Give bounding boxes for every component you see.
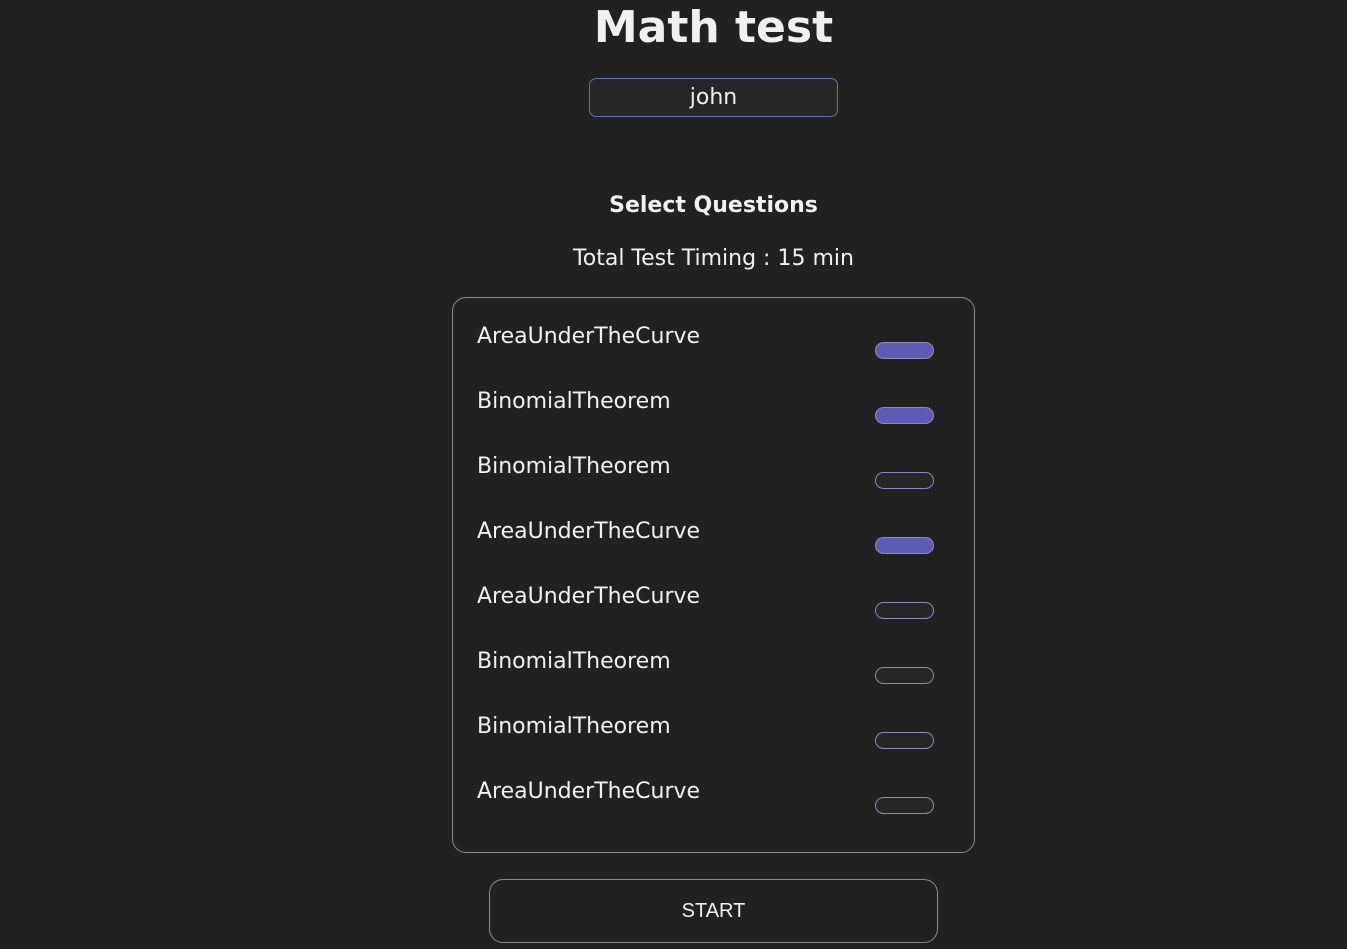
question-item: AreaUnderTheCurve [477, 584, 937, 624]
question-label: BinomialTheorem [477, 649, 671, 674]
name-input[interactable] [589, 78, 838, 117]
question-item: BinomialTheorem [477, 714, 937, 754]
question-toggle[interactable] [875, 537, 934, 554]
question-toggle[interactable] [875, 667, 934, 684]
question-item: BinomialTheorem [477, 649, 937, 689]
question-toggle[interactable] [875, 797, 934, 814]
question-label: AreaUnderTheCurve [477, 324, 701, 349]
question-label: AreaUnderTheCurve [477, 519, 701, 544]
question-label: BinomialTheorem [477, 714, 671, 739]
question-item: BinomialTheorem [477, 454, 937, 494]
page-title: Math test [593, 2, 834, 53]
start-button[interactable]: START [489, 879, 938, 943]
question-toggle[interactable] [875, 472, 934, 489]
question-toggle[interactable] [875, 732, 934, 749]
question-item: AreaUnderTheCurve [477, 519, 937, 559]
questions-panel: AreaUnderTheCurve BinomialTheorem Binomial… [452, 297, 975, 853]
question-toggle[interactable] [875, 342, 934, 359]
question-label: AreaUnderTheCurve [477, 584, 701, 609]
question-label: BinomialTheorem [477, 389, 671, 414]
question-label: BinomialTheorem [477, 454, 671, 479]
question-toggle[interactable] [875, 407, 934, 424]
question-label: AreaUnderTheCurve [477, 779, 701, 804]
select-questions-heading: Select Questions [609, 193, 818, 218]
question-toggle[interactable] [875, 602, 934, 619]
total-test-timing: Total Test Timing : 15 min [573, 246, 854, 271]
question-item: AreaUnderTheCurve [477, 324, 937, 364]
question-item: BinomialTheorem [477, 389, 937, 429]
question-item: AreaUnderTheCurve [477, 779, 937, 819]
